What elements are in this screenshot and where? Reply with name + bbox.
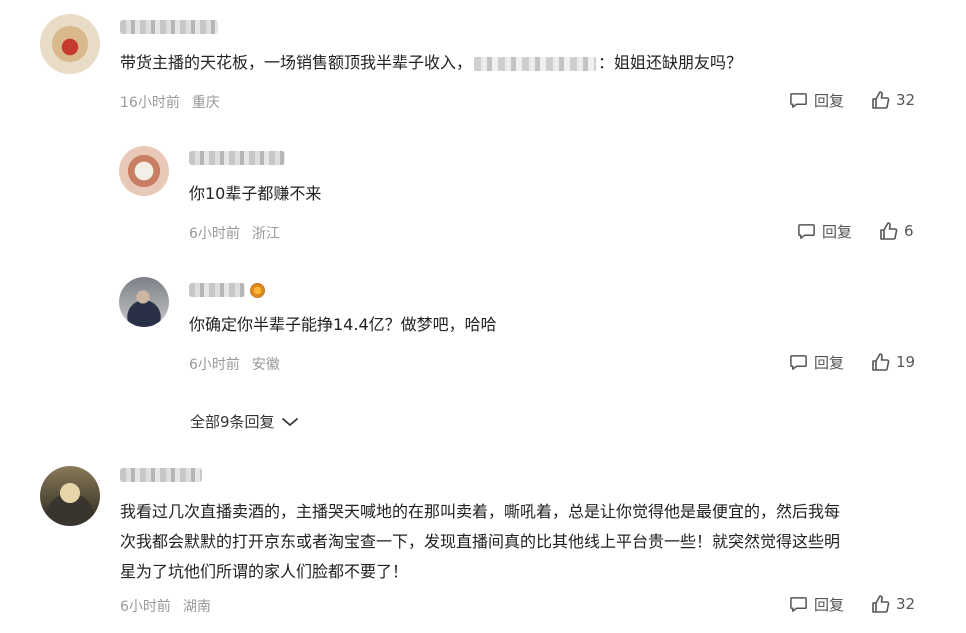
location: 安徽 bbox=[251, 357, 280, 373]
user-badge-icon bbox=[250, 283, 265, 298]
comment-meta: 6小时前 安徽 bbox=[189, 354, 280, 374]
comment-meta: 6小时前 湖南 bbox=[120, 596, 211, 616]
like-button[interactable]: 32 bbox=[870, 594, 915, 614]
like-button[interactable]: 19 bbox=[870, 352, 915, 372]
timestamp: 6小时前 bbox=[189, 357, 240, 373]
comment-text-part: ：姐姐还缺朋友吗？ bbox=[598, 53, 743, 72]
username[interactable] bbox=[120, 20, 218, 34]
username[interactable] bbox=[189, 151, 285, 165]
like-button[interactable]: 32 bbox=[870, 90, 915, 110]
timestamp: 6小时前 bbox=[120, 599, 171, 615]
comment-text: 你10辈子都赚不来 bbox=[189, 184, 322, 203]
like-count: 32 bbox=[896, 595, 916, 613]
avatar[interactable] bbox=[40, 14, 100, 74]
comment-text-line: 星为了坑他们所谓的家人们脸都不要了！ bbox=[120, 562, 409, 581]
comment-meta: 6小时前 浙江 bbox=[189, 223, 280, 243]
comment-text: 我看过几次直播卖酒的，主播哭天喊地的在那叫卖着，嘶吼着，总是让你觉得他是最便宜的… bbox=[120, 497, 840, 587]
comment-text-line: 次我都会默默的打开京东或者淘宝查一下，发现直播间真的比其他线上平台贵一些！就突然… bbox=[120, 532, 841, 551]
reply-label: 回复 bbox=[814, 596, 845, 614]
mentioned-user[interactable] bbox=[474, 56, 597, 71]
avatar[interactable] bbox=[119, 277, 169, 327]
like-count: 19 bbox=[896, 353, 916, 371]
like-count: 32 bbox=[896, 91, 916, 109]
thumbs-up-icon bbox=[872, 595, 890, 613]
reply-button[interactable]: 回复 bbox=[797, 221, 852, 242]
reply-label: 回复 bbox=[814, 354, 845, 372]
username[interactable] bbox=[189, 283, 245, 297]
expand-replies-label: 全部9条回复 bbox=[190, 413, 275, 431]
comment-bubble-icon bbox=[790, 597, 807, 612]
location: 湖南 bbox=[182, 599, 211, 615]
comment-meta: 16小时前 重庆 bbox=[120, 92, 220, 112]
comment-bubble-icon bbox=[790, 355, 807, 370]
expand-replies-button[interactable]: 全部9条回复 bbox=[190, 411, 299, 432]
chevron-down-icon bbox=[281, 417, 298, 426]
thumbs-up-icon bbox=[880, 222, 898, 240]
reply-label: 回复 bbox=[822, 223, 853, 241]
timestamp: 6小时前 bbox=[189, 226, 240, 242]
reply-button[interactable]: 回复 bbox=[789, 90, 844, 111]
like-button[interactable]: 6 bbox=[878, 221, 914, 241]
avatar[interactable] bbox=[119, 146, 169, 196]
location: 重庆 bbox=[191, 95, 220, 111]
like-count: 6 bbox=[904, 222, 914, 240]
comment-text-line: 我看过几次直播卖酒的，主播哭天喊地的在那叫卖着，嘶吼着，总是让你觉得他是最便宜的… bbox=[120, 502, 841, 521]
reply-button[interactable]: 回复 bbox=[789, 352, 844, 373]
thumbs-up-icon bbox=[872, 353, 890, 371]
comment-text: 带货主播的天花板，一场销售额顶我半辈子收入， ：姐姐还缺朋友吗？ bbox=[120, 48, 742, 78]
comment-bubble-icon bbox=[790, 93, 807, 108]
comment-text-part: 带货主播的天花板，一场销售额顶我半辈子收入， bbox=[120, 53, 473, 72]
avatar[interactable] bbox=[40, 466, 100, 526]
comment-text: 你确定你半辈子能挣14.4亿？做梦吧，哈哈 bbox=[189, 315, 497, 334]
username[interactable] bbox=[120, 468, 202, 482]
comment-bubble-icon bbox=[798, 224, 815, 239]
reply-button[interactable]: 回复 bbox=[789, 594, 844, 615]
location: 浙江 bbox=[251, 226, 280, 242]
reply-label: 回复 bbox=[814, 92, 845, 110]
thumbs-up-icon bbox=[872, 91, 890, 109]
timestamp: 16小时前 bbox=[120, 95, 180, 111]
